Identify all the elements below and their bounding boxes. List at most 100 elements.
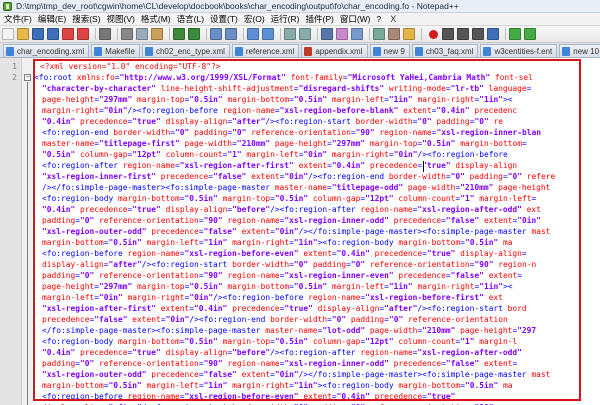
undo-icon[interactable] bbox=[173, 28, 185, 40]
tab-reference-xml[interactable]: reference.xml bbox=[231, 44, 300, 57]
tab-w3centities-f-ent[interactable]: w3centities-f.ent bbox=[480, 44, 558, 57]
indent-guide-icon[interactable] bbox=[351, 28, 363, 40]
code-token: "0" bbox=[474, 117, 489, 126]
new-file-icon[interactable] bbox=[2, 28, 14, 40]
editor[interactable]: 1 2 − <?xml version="1.0" encoding="UTF-… bbox=[0, 58, 600, 405]
find-icon[interactable] bbox=[210, 28, 222, 40]
code-token: region-name bbox=[222, 359, 280, 368]
code-token: "90" bbox=[203, 271, 223, 280]
print-icon[interactable] bbox=[99, 28, 111, 40]
save-icon[interactable] bbox=[32, 28, 44, 40]
line-number: 2 bbox=[12, 73, 17, 82]
zoom-out-icon[interactable] bbox=[262, 28, 274, 40]
code-token: <fo:region-body bbox=[42, 194, 119, 203]
spell-check-icon[interactable] bbox=[509, 28, 521, 40]
code-token: "1" bbox=[460, 337, 475, 346]
menu-window[interactable]: 窗口(W) bbox=[337, 13, 374, 25]
save-all-icon[interactable] bbox=[47, 28, 59, 40]
code-token: mast bbox=[531, 370, 551, 379]
sync-h-icon[interactable] bbox=[299, 28, 311, 40]
code-token: column-gap bbox=[308, 194, 361, 203]
tab-label: ch02_enc_type.xml bbox=[155, 46, 225, 56]
code-token: = bbox=[526, 84, 532, 93]
menu-format[interactable]: 格式(M) bbox=[138, 13, 174, 25]
code-token: "1in" bbox=[203, 381, 228, 390]
menu-help[interactable]: ? bbox=[374, 14, 385, 24]
func-list-icon[interactable] bbox=[388, 28, 400, 40]
save-macro-icon[interactable] bbox=[487, 28, 499, 40]
zoom-in-icon[interactable] bbox=[247, 28, 259, 40]
code-token: precedence bbox=[75, 117, 128, 126]
replace-icon[interactable] bbox=[225, 28, 237, 40]
doc-map-icon[interactable] bbox=[373, 28, 385, 40]
tab-makefile[interactable]: Makefile bbox=[91, 44, 140, 57]
code-token: padding bbox=[42, 271, 76, 280]
close-document-button[interactable]: X bbox=[390, 14, 396, 24]
redo-icon[interactable] bbox=[188, 28, 200, 40]
menu-run[interactable]: 运行(R) bbox=[268, 13, 303, 25]
code-token: "1in" bbox=[293, 381, 318, 390]
menu-language[interactable]: 语言(L) bbox=[174, 13, 207, 25]
copy-icon[interactable] bbox=[136, 28, 148, 40]
open-file-icon[interactable] bbox=[17, 28, 29, 40]
code-token: column-gap bbox=[75, 150, 128, 159]
tab-new-9[interactable]: new 9 bbox=[369, 44, 410, 57]
code-token: "210mm" bbox=[422, 326, 456, 335]
code-line: <fo:region-before region-name = "xsl-regio… bbox=[34, 248, 600, 259]
code-token: "0" bbox=[331, 315, 347, 324]
abc-icon[interactable] bbox=[524, 28, 536, 40]
code-token: border-width bbox=[355, 117, 413, 126]
menu-plugins[interactable]: 插件(P) bbox=[302, 13, 336, 25]
code-token: "0.5in" bbox=[422, 139, 456, 148]
code-token: "90" bbox=[203, 359, 223, 368]
fold-margin: − bbox=[22, 58, 32, 405]
code-token: <fo:region-before bbox=[42, 392, 128, 401]
code-token: "0" bbox=[80, 216, 95, 225]
menu-settings[interactable]: 设置(T) bbox=[207, 13, 241, 25]
tab-appendix-xml[interactable]: appendix.xml bbox=[301, 44, 368, 57]
folder-icon[interactable] bbox=[403, 28, 415, 40]
stop-record-icon[interactable] bbox=[442, 28, 454, 40]
code-line: margin-bottom="0.5in" margin-left="1in" … bbox=[34, 380, 600, 391]
code-token: "0.5in" bbox=[108, 381, 142, 390]
close-icon[interactable] bbox=[62, 28, 74, 40]
menu-edit[interactable]: 编辑(E) bbox=[35, 13, 69, 25]
show-all-icon[interactable] bbox=[336, 28, 348, 40]
menu-view[interactable]: 视图(V) bbox=[104, 13, 138, 25]
file-tab-icon bbox=[6, 46, 14, 56]
word-wrap-icon[interactable] bbox=[321, 28, 333, 40]
code-token: margin-right bbox=[42, 106, 100, 115]
play-macro-icon[interactable] bbox=[457, 28, 469, 40]
tab-char-encoding-xml[interactable]: char_encoding.xml bbox=[3, 44, 90, 57]
code-token: margin-right bbox=[227, 238, 290, 247]
paste-icon[interactable] bbox=[151, 28, 163, 40]
code-line: "0.4in" precedence="true" display-align=… bbox=[34, 116, 600, 127]
tab-ch03-faq-xml[interactable]: ch03_faq.xml bbox=[411, 44, 479, 57]
code-line: display-align="after"/><fo:region-start … bbox=[34, 259, 600, 270]
code-token: margin-bottom bbox=[398, 381, 461, 390]
sync-v-icon[interactable] bbox=[284, 28, 296, 40]
fold-minus-icon[interactable]: − bbox=[24, 74, 31, 81]
code-line: <fo:region-body margin-bottom="0.5in" ma… bbox=[34, 336, 600, 347]
record-macro-icon[interactable] bbox=[429, 29, 438, 39]
menu-macro[interactable]: 宏(O) bbox=[241, 13, 268, 25]
tab-bar: char_encoding.xml Makefile ch02_enc_type.x… bbox=[0, 43, 600, 58]
menu-file[interactable]: 文件(F) bbox=[1, 13, 35, 25]
code-token: line-height-shift-adjustment bbox=[156, 84, 294, 93]
close-all-icon[interactable] bbox=[77, 28, 89, 40]
code-line: "xsl-region-outer-odd" precedence="false… bbox=[34, 369, 600, 380]
file-tab-icon bbox=[372, 46, 381, 56]
code-token: "character-by-character" bbox=[42, 84, 157, 93]
code-token: reference-orientation bbox=[94, 271, 199, 280]
tab-ch02-enc-type-xml[interactable]: ch02_enc_type.xml bbox=[141, 44, 230, 57]
tab-new-10[interactable]: new 10 bbox=[559, 44, 600, 57]
code-token: padding bbox=[42, 216, 76, 225]
menu-search[interactable]: 搜索(S) bbox=[69, 13, 103, 25]
cut-icon[interactable] bbox=[121, 28, 133, 40]
play-multi-icon[interactable] bbox=[472, 28, 484, 40]
code-line: page-height="297mm" margin-top="0.5in" m… bbox=[34, 281, 600, 292]
code-token: margin-l bbox=[474, 337, 518, 346]
code-token: margin-bottom bbox=[398, 238, 461, 247]
code-line: <?xml version="1.0" encoding="UTF-8"?> bbox=[34, 61, 600, 72]
code-area[interactable]: <?xml version="1.0" encoding="UTF-8"?> <f… bbox=[34, 61, 600, 405]
